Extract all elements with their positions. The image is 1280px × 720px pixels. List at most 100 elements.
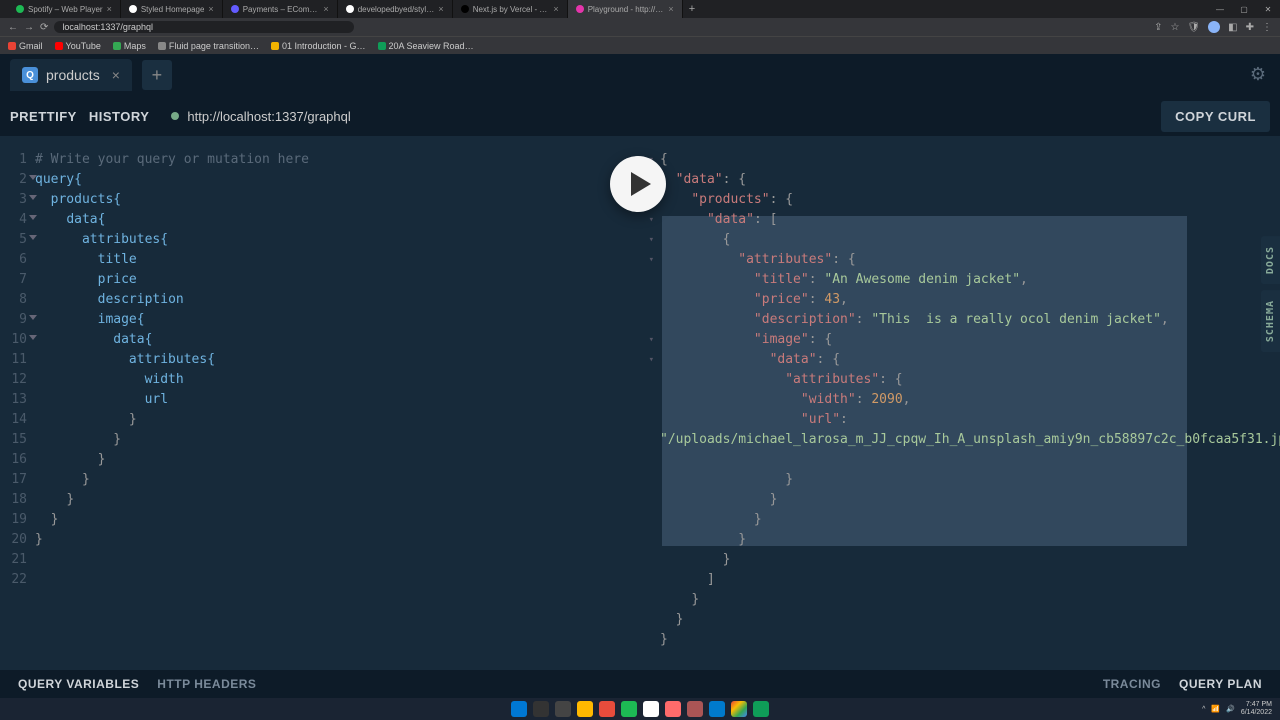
playground-toolbar: PRETTIFY HISTORY http://localhost:1337/g… [0, 96, 1280, 136]
start-icon[interactable] [511, 701, 527, 717]
search-icon[interactable] [533, 701, 549, 717]
url-text: localhost:1337/graphql [62, 22, 153, 32]
bookmark-label: 01 Introduction - G… [282, 41, 366, 51]
puzzle-icon[interactable]: ✚ [1246, 22, 1254, 33]
tab-title: Playground - http://localhost:1… [588, 5, 665, 14]
history-button[interactable]: HISTORY [89, 109, 150, 124]
tab-title: Styled Homepage [141, 5, 205, 14]
editor-area: 12345678910111213141516171819202122 # Wr… [0, 136, 1280, 670]
endpoint-status-dot [171, 112, 179, 120]
browser-tab[interactable]: developedbyed/styled-frontend…× [338, 0, 453, 18]
close-tab-icon[interactable]: × [208, 4, 213, 14]
spotify-icon[interactable] [621, 701, 637, 717]
taskview-icon[interactable] [555, 701, 571, 717]
close-tab-icon[interactable]: × [553, 4, 558, 14]
close-tab-icon[interactable]: × [112, 67, 120, 83]
maximize-button[interactable]: ▢ [1232, 0, 1256, 18]
add-playground-tab-button[interactable]: + [142, 60, 172, 90]
bookmark-item[interactable]: Fluid page transition… [158, 41, 259, 51]
browser-tab[interactable]: Styled Homepage× [121, 0, 223, 18]
close-tab-icon[interactable]: × [438, 4, 443, 14]
favicon [346, 5, 354, 13]
windows-taskbar: ^ 📶 🔊 7:47 PM 6/14/2022 [0, 698, 1280, 720]
close-tab-icon[interactable]: × [668, 4, 673, 14]
menu-icon[interactable]: ⋮ [1262, 22, 1272, 33]
result-viewer[interactable]: ▾▾▾▾ ▾▾ ▾▾ { "data": { "products": { "da… [640, 136, 1280, 670]
copy-curl-button[interactable]: COPY CURL [1161, 101, 1270, 132]
bottom-bar: QUERY VARIABLES HTTP HEADERS TRACING QUE… [0, 670, 1280, 698]
browser-tab[interactable]: Payments – ECommerce – Strip…× [223, 0, 338, 18]
endpoint-url: http://localhost:1337/graphql [187, 109, 350, 124]
tab-title: Payments – ECommerce – Strip… [243, 5, 320, 14]
schema-tab[interactable]: SCHEMA [1261, 290, 1280, 352]
reload-button[interactable]: ⟳ [40, 22, 48, 33]
share-icon[interactable]: ⇪ [1154, 22, 1162, 33]
volume-icon[interactable]: 🔊 [1226, 705, 1235, 713]
bookmark-favicon [158, 42, 166, 50]
settings-icon[interactable]: ⚙ [1250, 64, 1266, 85]
query-variables-tab[interactable]: QUERY VARIABLES [18, 677, 139, 691]
prettify-button[interactable]: PRETTIFY [10, 109, 77, 124]
app-icon[interactable] [599, 701, 615, 717]
query-plan-tab[interactable]: QUERY PLAN [1179, 677, 1262, 691]
browser-tab[interactable]: Spotify – Web Player × [8, 0, 121, 18]
bookmark-favicon [271, 42, 279, 50]
bookmark-favicon [113, 42, 121, 50]
app4-icon[interactable] [687, 701, 703, 717]
close-tab-icon[interactable]: × [323, 4, 328, 14]
playground-tab-products[interactable]: Q products × [10, 59, 132, 91]
bookmark-item[interactable]: YouTube [55, 41, 101, 51]
explorer-icon[interactable] [577, 701, 593, 717]
tray-chevron-icon[interactable]: ^ [1202, 706, 1205, 713]
bookmark-item[interactable]: Gmail [8, 41, 43, 51]
tab-title: developedbyed/styled-frontend… [358, 5, 435, 14]
http-headers-tab[interactable]: HTTP HEADERS [157, 677, 256, 691]
bookmark-favicon [8, 42, 16, 50]
shield-icon[interactable]: 🛡 [1187, 22, 1200, 33]
bookmark-favicon [55, 42, 63, 50]
tracing-tab[interactable]: TRACING [1103, 677, 1161, 691]
favicon [231, 5, 239, 13]
close-tab-icon[interactable]: × [107, 4, 112, 14]
close-window-button[interactable]: ✕ [1256, 0, 1280, 18]
favicon [16, 5, 24, 13]
back-button[interactable]: ← [8, 22, 18, 33]
profile-avatar[interactable] [1208, 21, 1220, 33]
play-icon [631, 172, 651, 196]
bookmark-label: Fluid page transition… [169, 41, 259, 51]
clock[interactable]: 7:47 PM 6/14/2022 [1241, 701, 1272, 717]
star-icon[interactable]: ☆ [1170, 22, 1179, 33]
favicon [129, 5, 137, 13]
wifi-icon[interactable]: 📶 [1211, 705, 1220, 713]
bookmark-label: YouTube [66, 41, 101, 51]
tab-title: Next.js by Vercel - The React Fra… [473, 5, 550, 14]
query-editor[interactable]: 12345678910111213141516171819202122 # Wr… [0, 136, 640, 670]
execute-query-button[interactable] [610, 156, 666, 212]
forward-button[interactable]: → [24, 22, 34, 33]
playground-tab-bar: Q products × + ⚙ [0, 54, 1280, 96]
favicon [461, 5, 469, 13]
favicon [576, 5, 584, 13]
tab-title: Spotify – Web Player [28, 5, 103, 14]
bookmark-label: Gmail [19, 41, 43, 51]
bookmark-item[interactable]: 01 Introduction - G… [271, 41, 366, 51]
minimize-button[interactable]: — [1208, 0, 1232, 18]
bookmark-item[interactable]: Maps [113, 41, 146, 51]
address-bar: ← → ⟳ localhost:1337/graphql ⇪ ☆ 🛡 ◧ ✚ ⋮ [0, 18, 1280, 36]
new-tab-button[interactable]: + [683, 3, 701, 15]
chrome-icon[interactable] [731, 701, 747, 717]
browser-tab[interactable]: Next.js by Vercel - The React Fra…× [453, 0, 568, 18]
extension-icon[interactable]: ◧ [1228, 22, 1237, 33]
graphql-playground: Q products × + ⚙ PRETTIFY HISTORY http:/… [0, 54, 1280, 698]
app3-icon[interactable] [665, 701, 681, 717]
docs-tab[interactable]: DOCS [1261, 236, 1280, 284]
bookmarks-bar: Gmail YouTube Maps Fluid page transition… 01… [0, 36, 1280, 54]
endpoint-input[interactable]: http://localhost:1337/graphql [171, 109, 350, 124]
app5-icon[interactable] [753, 701, 769, 717]
app2-icon[interactable] [643, 701, 659, 717]
bookmark-item[interactable]: 20A Seaview Road… [378, 41, 474, 51]
vscode-icon[interactable] [709, 701, 725, 717]
tab-label: products [46, 67, 100, 83]
url-input[interactable]: localhost:1337/graphql [54, 21, 354, 33]
browser-tab[interactable]: Playground - http://localhost:1…× [568, 0, 683, 18]
